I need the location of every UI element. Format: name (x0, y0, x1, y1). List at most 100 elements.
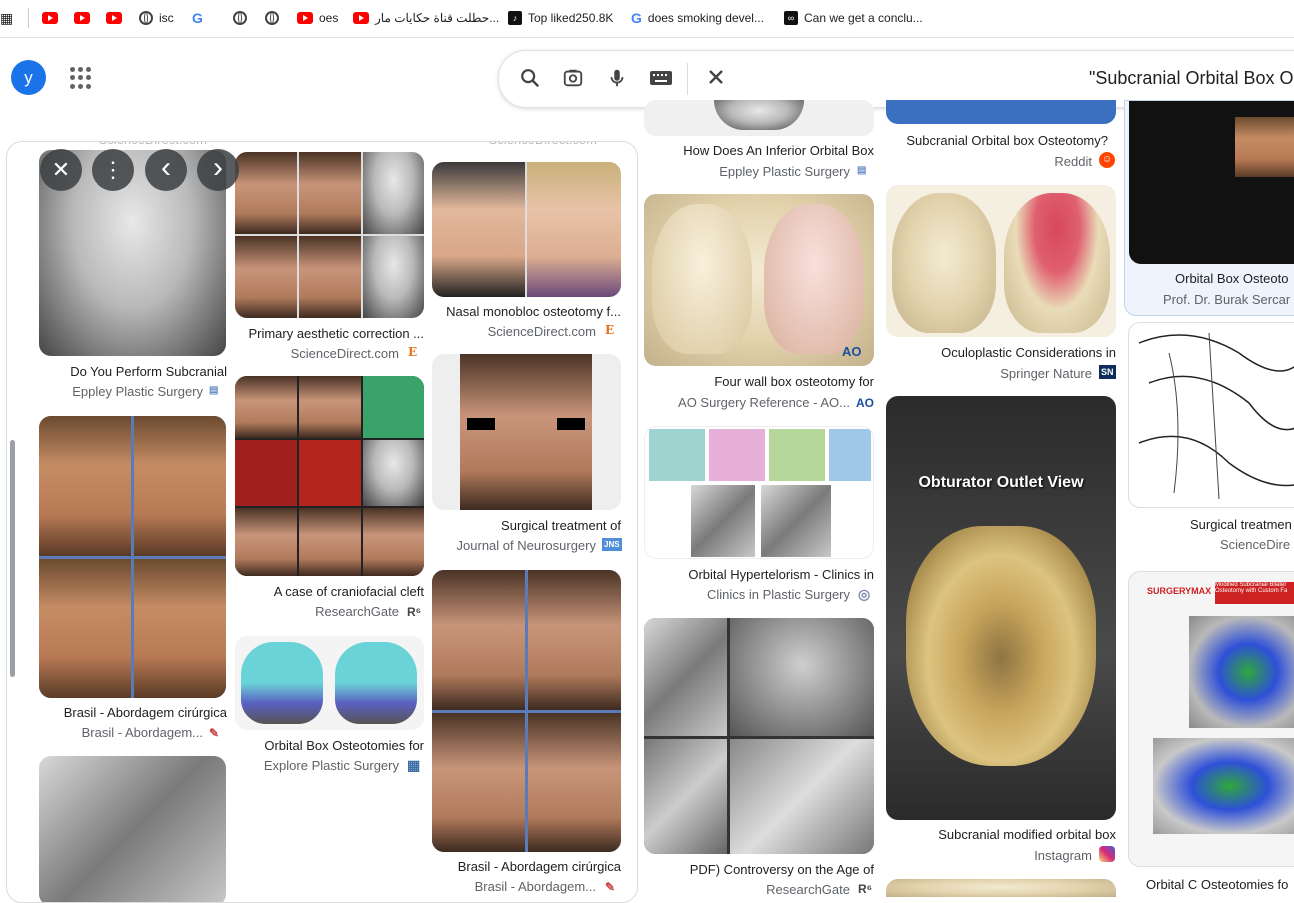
youtube-icon (353, 12, 369, 24)
result-image-surgerymax[interactable]: SURGERYMAX Modified Subcranial Bilater O… (1128, 571, 1294, 867)
lens-icon[interactable] (561, 67, 585, 91)
chevron-right-icon[interactable]: › (197, 149, 239, 191)
result-caption[interactable]: Brasil - Abordagem cirúrgica (424, 859, 621, 874)
bookmark-smoking[interactable]: Gdoes smoking devel... (631, 9, 764, 27)
result-source: ScienceDirect.com (487, 324, 596, 339)
result-caption[interactable]: Orbital Box Osteoto (1175, 271, 1294, 286)
bookmark-globe-1[interactable] (233, 9, 247, 27)
result-caption[interactable]: How Does An Inferior Orbital Box (644, 143, 874, 158)
panel-scrollbar[interactable] (10, 440, 15, 677)
result-caption[interactable]: PDF) Controversy on the Age of (644, 862, 874, 877)
bookmark-youtube-2[interactable] (74, 9, 90, 27)
keyboard-icon[interactable] (649, 67, 673, 91)
reddit-icon: ☺ (1099, 152, 1115, 168)
bookmark-label: Top liked250.8K (528, 11, 614, 25)
result-source: AO Surgery Reference - AO... (678, 395, 850, 410)
result-caption[interactable]: Brasil - Abordagem cirúrgica (27, 705, 227, 720)
jns-icon: JNS (602, 538, 622, 551)
bookmark-label: حطلت قناة حكايات مار... (375, 11, 500, 25)
search-query-text[interactable]: "Subcranial Orbital Box Os (1089, 68, 1294, 89)
result-image-cropped-blue[interactable] (886, 100, 1116, 124)
chevron-left-icon[interactable]: ‹ (145, 149, 187, 191)
result-caption[interactable]: Subcranial modified orbital box (886, 827, 1116, 842)
result-source: Eppley Plastic Surgery (72, 384, 203, 399)
result-image-anatomy-drawing[interactable] (1128, 322, 1294, 508)
result-image-patient-grid-2[interactable] (432, 570, 621, 852)
bookmark-isc[interactable]: isc (139, 9, 174, 27)
bookmark-globe-2[interactable] (265, 9, 279, 27)
result-image-hypertelorism[interactable] (644, 426, 874, 559)
bookmark-oes[interactable]: oes (297, 9, 338, 27)
result-caption[interactable]: Primary aesthetic correction ... (227, 326, 424, 341)
partial-source: ScienceDirect.com (477, 142, 597, 147)
result-image-oculoplastic-skull[interactable] (886, 185, 1116, 337)
result-image-orbital-box-3d[interactable] (235, 636, 424, 730)
more-options-icon[interactable]: ⋮ (92, 149, 134, 191)
bookmark-meta[interactable]: ∞ Can we get a conclu... (784, 9, 923, 27)
google-icon: G (192, 10, 203, 26)
eppley-icon: ▤ (857, 165, 867, 176)
result-caption[interactable]: Orbital C Osteotomies fo (1146, 877, 1294, 892)
result-source: Brasil - Abordagem... (474, 879, 596, 894)
result-caption[interactable]: Oculoplastic Considerations in (886, 345, 1116, 360)
result-caption[interactable]: A case of craniofacial cleft (227, 584, 424, 599)
result-caption[interactable]: Nasal monobloc osteotomy f... (424, 304, 621, 319)
brasil-icon: ✎ (209, 726, 220, 740)
result-caption[interactable]: Surgical treatmen (1190, 517, 1294, 532)
account-avatar[interactable]: y (11, 60, 46, 95)
result-caption[interactable]: Orbital Box Osteotomies for (227, 738, 424, 753)
google-apps-icon[interactable] (70, 67, 92, 89)
result-source: ResearchGate (315, 604, 399, 619)
globe-icon (233, 11, 247, 25)
bookmark-arabic-channel[interactable]: حطلت قناة حكايات مار... (353, 9, 499, 27)
bookmark-google[interactable]: G (192, 9, 203, 27)
result-image-3d-skull[interactable] (39, 756, 226, 902)
instagram-icon (1099, 846, 1115, 862)
result-image-patient-grid[interactable] (39, 416, 226, 698)
result-source: ScienceDirect.com (290, 346, 399, 361)
result-caption[interactable]: Do You Perform Subcranial (27, 364, 227, 379)
springer-nature-icon: SN (1099, 365, 1116, 379)
result-caption[interactable]: Orbital Hypertelorism - Clinics in (644, 567, 874, 582)
google-icon: G (631, 10, 642, 26)
result-image-cropped-bottom[interactable] (886, 879, 1116, 897)
result-caption[interactable]: Subcranial Orbital box Osteotomy? (886, 133, 1108, 148)
search-icon[interactable] (518, 67, 542, 91)
explore-plastic-surgery-icon: ▦ (407, 757, 421, 773)
result-source: ScienceDire (1220, 537, 1291, 552)
apps-grid-icon[interactable]: ▦ (0, 9, 13, 27)
youtube-icon (297, 12, 313, 24)
result-source: Reddit (1054, 154, 1092, 169)
result-image-nasal-monobloc[interactable] (432, 162, 621, 297)
brasil-icon: ✎ (605, 880, 616, 894)
close-icon[interactable]: ✕ (40, 149, 82, 191)
partial-source: ScienceDirect.com (87, 142, 207, 147)
sciencedirect-icon: E (605, 323, 615, 337)
bookmark-youtube-3[interactable] (106, 9, 122, 27)
bookmark-label: does smoking devel... (647, 11, 764, 25)
clear-search-icon[interactable] (704, 67, 728, 91)
youtube-icon (106, 12, 122, 24)
result-card-selected[interactable]: Orbital Box Osteoto Prof. Dr. Burak Serc… (1124, 100, 1294, 316)
obturator-title: Obturator Outlet View (918, 474, 1084, 491)
bookmark-youtube-1[interactable] (42, 9, 58, 27)
result-image-obturator[interactable]: Obturator Outlet View (886, 396, 1116, 820)
surgerymax-banner: Modified Subcranial Bilater Osteotomy wi… (1215, 582, 1294, 604)
result-image-surgical-treatment[interactable] (432, 354, 621, 510)
result-image-controversy-xray[interactable] (644, 618, 874, 854)
result-caption[interactable]: Surgical treatment of (424, 518, 621, 533)
result-image-cropped[interactable] (644, 100, 874, 136)
result-caption[interactable]: Four wall box osteotomy for (644, 374, 874, 389)
microphone-icon[interactable] (605, 67, 629, 91)
result-image-craniofacial[interactable] (235, 376, 424, 576)
meta-icon: ∞ (784, 11, 798, 25)
bookmark-label: oes (319, 11, 339, 25)
bookmark-tiktok[interactable]: ♪ Top liked250.8K (508, 9, 613, 27)
youtube-icon (42, 12, 58, 24)
result-image-cleft-patient[interactable] (235, 152, 424, 318)
sciencedirect-icon: E (408, 345, 418, 359)
result-image-four-wall-skull[interactable]: AO (644, 194, 874, 366)
result-source: Explore Plastic Surgery (263, 758, 399, 773)
researchgate-icon: R⁶ (407, 605, 422, 619)
result-source: Springer Nature (1000, 366, 1092, 381)
